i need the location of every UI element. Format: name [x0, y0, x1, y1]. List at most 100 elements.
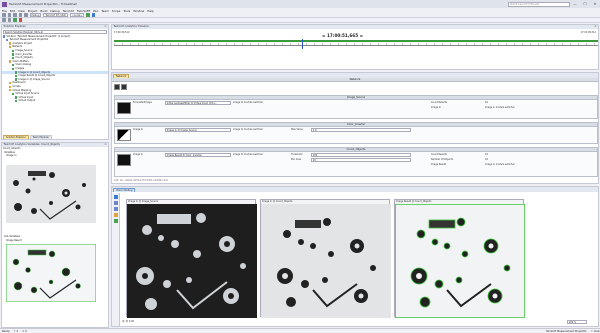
build-icon[interactable]: [2, 18, 6, 22]
out-value: 16: [485, 158, 488, 161]
pointer-tool-icon[interactable]: [113, 195, 118, 199]
node-title: Count_Objects: [115, 148, 597, 152]
timeline-title: TwinCAT Analytics Timeline: [113, 25, 149, 28]
fit-icon[interactable]: [113, 219, 118, 223]
node-input-value[interactable]: Initial packageHDdp @ Virtual Input_Virt…: [165, 101, 231, 105]
node-color-inverter[interactable]: Color_Inverter Image In Image In @ Image…: [114, 122, 598, 144]
stop-icon[interactable]: [18, 18, 22, 22]
save-icon[interactable]: [13, 13, 17, 17]
network-status: edit: Ab...9d4ab-2036-4370-8d63-a3490fcc…: [114, 179, 169, 182]
status-item[interactable]: TwinCAT Measurement Project01: [546, 330, 587, 333]
pan-tool-icon[interactable]: [113, 213, 118, 217]
image-canvas: [394, 203, 526, 319]
tab-team-explorer[interactable]: Team Explorer: [29, 135, 53, 139]
image-canvas: [261, 204, 391, 318]
zoom-out-icon[interactable]: [113, 207, 118, 211]
open-folder-icon[interactable]: [7, 13, 11, 17]
menu-file[interactable]: File: [2, 9, 7, 13]
node-image-source[interactable]: Image_Source SimulatedImage Initial pack…: [114, 95, 598, 119]
menu-twinsafe[interactable]: TwinSAFE: [77, 9, 90, 13]
out-label: Count Results: [431, 153, 447, 156]
out-label: Image Result: [431, 163, 447, 166]
solution-explorer-title: Solution Explorer: [3, 25, 26, 28]
menu-twincat[interactable]: TwinCAT: [63, 9, 74, 13]
menu-tools[interactable]: Tools: [123, 9, 130, 13]
menu-edit[interactable]: Edit: [10, 9, 15, 13]
node-input-value[interactable]: Image Result @ Color_Inverter: [165, 153, 231, 157]
debug-image-2[interactable]: Image In @ Count_Objects: [260, 199, 391, 318]
menu-help[interactable]: Help: [147, 9, 153, 13]
start-icon[interactable]: [13, 18, 17, 22]
status-item[interactable]: ⚐ main: [591, 330, 600, 333]
node-input-note: image to module switcher: [233, 153, 263, 156]
close-icon[interactable]: ✕: [104, 143, 108, 147]
login-icon[interactable]: [7, 18, 11, 22]
solution-search-input[interactable]: Search Solution Explorer (Ctrl+ü): [3, 30, 107, 34]
node-count-objects[interactable]: Count_Objects Image In Image Result @ Co…: [114, 147, 598, 177]
image-canvas: [127, 204, 257, 318]
status-bar: Ready ↑ 0 ✎ 0 TwinCAT Measurement Project01…: [0, 328, 600, 333]
tree-item[interactable]: Virtual Output: [2, 99, 108, 103]
color-inverter-icon: [117, 129, 131, 141]
menu-view[interactable]: View: [18, 9, 25, 13]
image-source-icon: [117, 102, 131, 114]
quick-launch-input[interactable]: Quick Launch (Ctrl+Q): [508, 1, 570, 7]
solution-tree: Solution 'TwinCAT Measurement Project01'…: [2, 35, 108, 103]
close-icon[interactable]: ✕: [104, 25, 108, 29]
app-logo-icon: [2, 1, 7, 7]
restart-icon[interactable]: [91, 13, 96, 17]
title-bar: TwinCAT Measurement Project01 - TcXaeShe…: [0, 0, 600, 8]
maximize-button[interactable]: ☐: [580, 2, 590, 6]
out-value: image in module switcher: [485, 106, 515, 109]
menu-plc[interactable]: PLC: [93, 9, 98, 13]
menu-build[interactable]: Build: [40, 9, 47, 13]
solution-explorer: Solution Explorer ✕ Search Solution Explo…: [1, 24, 109, 140]
analytics-timeline: TwinCAT Analytics Timeline ✕ 17:00:39,512…: [111, 24, 599, 70]
menu-project[interactable]: Project: [28, 9, 38, 13]
debug-image-3[interactable]: Image Result @ Count_Objects: [394, 199, 526, 319]
close-button[interactable]: ✕: [590, 2, 600, 6]
group-label: Image Result: [6, 239, 22, 242]
debug-image-1[interactable]: Image In @ Image_Source: [126, 199, 257, 318]
undo-icon[interactable]: [18, 13, 22, 17]
secondary-toolbar: [0, 18, 600, 23]
tab-network[interactable]: Network: [113, 74, 130, 78]
zoom-in-icon[interactable]: [113, 201, 118, 205]
platform-dropdown[interactable]: TwinCAT RT (x64): [43, 13, 68, 17]
group-image-in[interactable]: Image In: [2, 154, 108, 158]
tab-solution-explorer[interactable]: Solution Explorer: [3, 135, 29, 139]
param-threshold-input[interactable]: 100: [311, 153, 411, 157]
activate-config-icon[interactable]: [86, 13, 90, 17]
menu-team[interactable]: Team: [101, 9, 108, 13]
new-file-icon[interactable]: [2, 13, 6, 17]
zoom-tool-icon[interactable]: [121, 84, 127, 90]
variables-image-in-thumbnail: [6, 165, 96, 223]
status-item: Ready: [2, 329, 10, 333]
node-input-note: image to module switcher: [233, 128, 263, 131]
menu-window[interactable]: Window: [133, 9, 144, 13]
redo-icon[interactable]: [24, 13, 28, 17]
param-label: Threshold: [291, 153, 303, 156]
group-label: Image In: [6, 154, 17, 158]
timeline-start: 17:00:39,512: [114, 31, 130, 34]
status-item[interactable]: ↑ 0: [14, 330, 18, 333]
param-min-area-input[interactable]: 10: [311, 158, 411, 162]
solution-tabs: Solution Explorer Team Explorer: [3, 135, 53, 139]
node-input-value[interactable]: Image In @ Image_Source: [165, 128, 231, 132]
pointer-tool-icon[interactable]: [114, 84, 120, 90]
close-icon[interactable]: ✕: [594, 25, 598, 29]
menu-debug[interactable]: Debug: [50, 9, 59, 13]
zoom-level[interactable]: 100 %: [567, 320, 587, 324]
timeline-current-time: = 17:00:51,665 =: [322, 33, 364, 38]
config-dropdown[interactable]: Debug: [29, 13, 42, 17]
param-max-value-input[interactable]: 1.0: [311, 128, 411, 132]
target-dropdown[interactable]: <Local>: [69, 13, 85, 17]
menu-scope[interactable]: Scope: [112, 9, 121, 13]
timeline-cursor[interactable]: [302, 39, 303, 49]
minimize-button[interactable]: —: [570, 2, 580, 6]
node-input-note: image to module switcher: [233, 101, 263, 104]
timeline-range-bar[interactable]: [114, 40, 598, 42]
status-item[interactable]: ✎ 0: [22, 330, 26, 333]
group-image-result[interactable]: Image Result: [6, 239, 22, 243]
tab-vision-debug[interactable]: Vision Debug: [113, 188, 136, 192]
